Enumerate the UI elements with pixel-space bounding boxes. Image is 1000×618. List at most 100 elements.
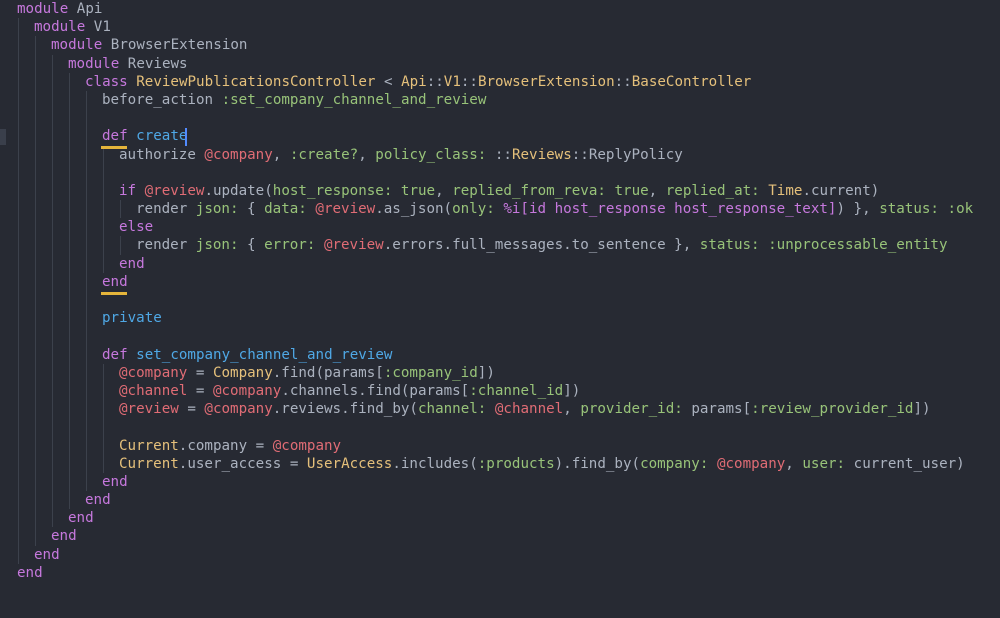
code-token-default: .current)	[802, 182, 880, 199]
code-line[interactable]: before_action :set_company_channel_and_r…	[17, 90, 1000, 110]
code-token-default	[128, 347, 137, 363]
code-token-ivar: @review	[144, 182, 205, 199]
code-token-class: Company	[212, 364, 273, 381]
code-token-default: .find(params[	[272, 364, 384, 381]
code-line[interactable]: Current.company = @company	[17, 436, 1000, 455]
indent-guide	[86, 181, 87, 201]
code-line[interactable]: end	[17, 509, 1000, 528]
code-token-default: .company =	[178, 437, 273, 454]
code-line[interactable]: def create	[17, 127, 1000, 146]
indent-guide	[52, 163, 53, 182]
code-token-keyword: if	[119, 182, 137, 199]
code-line[interactable]: @company = Company.find(params[:company_…	[17, 363, 1000, 382]
indent-guides	[17, 18, 34, 37]
indent-guide	[69, 109, 70, 128]
code-line[interactable]: render json: { data: @review.as_json(onl…	[17, 200, 1000, 219]
indent-guide	[18, 309, 19, 328]
indent-guides	[17, 363, 119, 382]
code-token-default: .as_json(	[375, 201, 453, 218]
code-line[interactable]: end	[17, 527, 1000, 546]
code-editor[interactable]: module Api module V1 module BrowserExtensi…	[0, 0, 1000, 618]
indent-guide	[52, 309, 53, 328]
code-token-symbol: :ok	[947, 201, 974, 218]
code-token-def: private	[102, 310, 162, 327]
code-line[interactable]	[17, 109, 1000, 128]
code-line[interactable]: def set_company_channel_and_review	[17, 345, 1000, 364]
indent-guides	[17, 272, 102, 291]
code-line[interactable]	[17, 163, 1000, 182]
indent-guide	[18, 18, 19, 37]
indent-guide	[35, 109, 36, 128]
indent-guide	[86, 163, 87, 182]
code-token-symbol: :products	[477, 455, 555, 472]
indent-guide	[52, 90, 53, 110]
code-token-symbol: :review_provider_id	[751, 401, 914, 418]
code-token-ivar: @company	[204, 146, 273, 163]
indent-guides	[17, 545, 34, 564]
code-token-keyword: def	[102, 346, 128, 363]
code-line[interactable]: Current.user_access = UserAccess.include…	[17, 454, 1000, 473]
indent-guides	[17, 400, 119, 419]
indent-guides	[17, 54, 68, 73]
code-line[interactable]: end	[17, 272, 1000, 291]
code-line[interactable]: end	[17, 564, 1000, 582]
indent-guide	[52, 236, 53, 255]
code-line[interactable]: if @review.update(host_response: true, r…	[17, 181, 1000, 201]
code-token-ivar: @channel	[119, 382, 188, 399]
code-line[interactable]: end	[17, 545, 1000, 564]
indent-guide	[69, 363, 70, 382]
indent-guide	[103, 454, 104, 473]
code-token-def: set_company_channel_and_review	[136, 346, 393, 363]
indent-guide	[35, 309, 36, 328]
indent-guide	[86, 309, 87, 328]
indent-guide	[18, 509, 19, 528]
indent-guide	[69, 90, 70, 110]
indent-guides	[17, 36, 51, 55]
code-line[interactable]: module V1	[17, 18, 1000, 37]
code-token-ivar: @company	[119, 364, 188, 381]
code-line[interactable]	[17, 291, 1000, 310]
indent-guides	[17, 236, 136, 255]
code-line[interactable]: class ReviewPublicationsController < Api…	[17, 72, 1000, 91]
code-line[interactable]: end	[17, 254, 1000, 273]
indent-guide	[103, 200, 104, 219]
code-token-keyword: end	[68, 510, 94, 527]
code-line[interactable]: authorize @company, :create?, policy_cla…	[17, 145, 1000, 164]
code-line[interactable]: end	[17, 472, 1000, 492]
code-line[interactable]: module Api	[17, 0, 1000, 18]
code-token-class: Current	[119, 455, 179, 472]
code-token-keyword: module	[68, 55, 120, 72]
indent-guide	[86, 400, 87, 419]
code-token-keyword: def	[102, 128, 128, 145]
indent-guide	[18, 527, 19, 546]
code-token-ivar: @company	[212, 382, 282, 399]
code-token-ck: true	[614, 182, 649, 199]
code-line[interactable]: @review = @company.reviews.find_by(chann…	[17, 400, 1000, 419]
indent-guide	[86, 381, 87, 401]
code-token-ivar: @review	[119, 401, 179, 418]
code-line[interactable]: module Reviews	[17, 54, 1000, 73]
code-token-default	[708, 456, 717, 472]
code-line[interactable]	[17, 327, 1000, 346]
indent-guide	[69, 254, 70, 273]
code-line[interactable]: render json: { error: @review.errors.ful…	[17, 236, 1000, 255]
code-line[interactable]: private	[17, 309, 1000, 328]
code-token-class: ReviewPublicationsController	[136, 73, 376, 90]
code-token-keyword: else	[119, 219, 154, 236]
indent-guide	[18, 363, 19, 382]
code-line[interactable]: else	[17, 218, 1000, 237]
indent-guide	[86, 236, 87, 255]
indent-guide	[69, 291, 70, 310]
code-area[interactable]: module Api module V1 module BrowserExtensi…	[17, 0, 1000, 582]
code-token-default: ::	[614, 73, 632, 90]
code-token-class: Current	[119, 437, 179, 454]
code-line[interactable]: @channel = @company.channels.find(params…	[17, 381, 1000, 401]
code-token-def: create	[136, 128, 188, 145]
indent-guide	[69, 327, 70, 346]
code-line[interactable]: module BrowserExtension	[17, 36, 1000, 55]
code-line[interactable]	[17, 418, 1000, 437]
indent-guide	[35, 509, 36, 528]
code-line[interactable]: end	[17, 491, 1000, 510]
indent-guide	[18, 436, 19, 455]
bracket-match-underline-def	[101, 146, 127, 149]
